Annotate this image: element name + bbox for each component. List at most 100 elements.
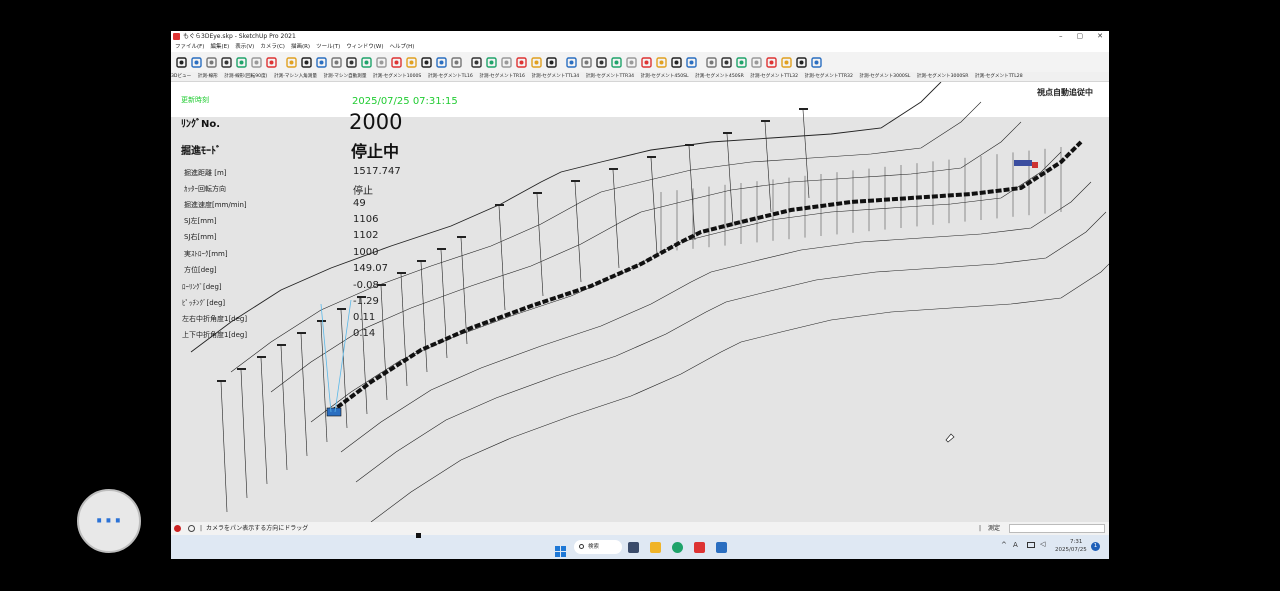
- seg-3-icon[interactable]: [544, 55, 558, 69]
- menu-file[interactable]: ファイル(F): [175, 42, 204, 52]
- windows-start-icon[interactable]: [555, 542, 566, 557]
- tab-seg-3000sr[interactable]: 計測-セグメント3000SR: [917, 74, 969, 79]
- search-icon[interactable]: [374, 55, 388, 69]
- support-post: [280, 345, 288, 471]
- box-b-icon[interactable]: [669, 55, 683, 69]
- figure-icon[interactable]: [389, 55, 403, 69]
- maximize-button[interactable]: ▢: [1077, 31, 1084, 42]
- box-red-icon[interactable]: [654, 55, 668, 69]
- orbit-icon[interactable]: [204, 55, 218, 69]
- post-cap: [257, 356, 266, 358]
- post-cap: [277, 344, 286, 346]
- task-view-icon[interactable]: [628, 542, 639, 553]
- info-icon[interactable]: [188, 525, 195, 532]
- post-cap: [761, 120, 770, 122]
- text-a-icon[interactable]: [449, 55, 463, 69]
- measure-input[interactable]: [1009, 524, 1105, 533]
- menu-tools[interactable]: ツール(T): [316, 42, 340, 52]
- seg-2-icon[interactable]: [529, 55, 543, 69]
- tab-machine-auto[interactable]: 計測-マシン自動測量: [323, 74, 366, 79]
- box-d-icon[interactable]: [704, 55, 718, 69]
- tab-seg-450sr[interactable]: 計測-セグメント450SR: [695, 74, 744, 79]
- box-a-icon[interactable]: [624, 55, 638, 69]
- taskbar-search[interactable]: 検索: [574, 540, 622, 554]
- menu-camera[interactable]: カメラ(C): [260, 42, 285, 52]
- grid-green-2-icon[interactable]: [609, 55, 623, 69]
- app-red-icon[interactable]: [694, 542, 705, 553]
- post-cap: [647, 156, 656, 158]
- chevron-up-icon[interactable]: ^: [1001, 541, 1007, 549]
- layer-blue-icon[interactable]: [434, 55, 448, 69]
- ring-no-label: ﾘﾝｸﾞNo.: [181, 119, 221, 130]
- tab-seg-ttl32[interactable]: 計測-セグメントTTL32: [750, 74, 798, 79]
- play-green-icon[interactable]: [564, 55, 578, 69]
- blue-circle-icon[interactable]: [779, 55, 793, 69]
- hand-gray-icon[interactable]: [734, 55, 748, 69]
- circle-gray-icon[interactable]: [484, 55, 498, 69]
- menu-window[interactable]: ウィンドウ(W): [346, 42, 383, 52]
- tab-seg-ttr32[interactable]: 計測-セグメントTTR32: [804, 74, 852, 79]
- tab-linear[interactable]: 計測-線形: [198, 74, 218, 79]
- box-c-icon[interactable]: [684, 55, 698, 69]
- post-cap: [799, 108, 808, 110]
- gray-square-icon[interactable]: [764, 55, 778, 69]
- edge-icon[interactable]: [672, 542, 683, 553]
- tab-linear-rot90[interactable]: 計測-線形(回転90度): [224, 74, 267, 79]
- more-options-button[interactable]: ···: [77, 489, 141, 553]
- speaker-icon[interactable]: [809, 55, 823, 69]
- menu-help[interactable]: ヘルプ(H): [389, 42, 414, 52]
- tab-seg-tr16[interactable]: 計測-セグメントTR16: [479, 74, 525, 79]
- left-view-icon[interactable]: [299, 55, 313, 69]
- tab-seg-ttr34[interactable]: 計測-セグメントTTR34: [586, 74, 634, 79]
- tab-3d-view[interactable]: 3Dビュー: [171, 74, 191, 79]
- tab-seg-ttl34[interactable]: 計測-セグメントTTL34: [531, 74, 579, 79]
- tab-seg-ttl28[interactable]: 計測-セグメントTTL28: [975, 74, 1023, 79]
- box-x-icon[interactable]: [639, 55, 653, 69]
- menu-edit[interactable]: 編集(E): [210, 42, 229, 52]
- record-icon[interactable]: [234, 55, 248, 69]
- text-a-gray-icon[interactable]: [469, 55, 483, 69]
- sketchup-taskbar-icon[interactable]: [716, 542, 727, 553]
- target-red-icon[interactable]: [264, 55, 278, 69]
- close-button[interactable]: ✕: [1097, 31, 1103, 42]
- ime-indicator[interactable]: A: [1013, 541, 1018, 549]
- minimize-button[interactable]: –: [1059, 31, 1063, 42]
- tab-seg-450sl[interactable]: 計測-セグメント450SL: [641, 74, 689, 79]
- segment-rings: [329, 140, 1083, 414]
- box-gray-icon[interactable]: [749, 55, 763, 69]
- zoom-extents-icon[interactable]: [359, 55, 373, 69]
- help-icon[interactable]: [174, 525, 181, 532]
- tab-seg-1000s[interactable]: 計測-セグメント1000S: [373, 74, 421, 79]
- menu-draw[interactable]: 描画(R): [291, 42, 310, 52]
- select-arrow-icon[interactable]: [174, 55, 188, 69]
- zoom-icon[interactable]: [329, 55, 343, 69]
- palette-icon[interactable]: [499, 55, 513, 69]
- pause-icon[interactable]: [579, 55, 593, 69]
- menu-view[interactable]: 表示(V): [235, 42, 254, 52]
- grid-green-icon[interactable]: [594, 55, 608, 69]
- orbit-yellow-icon[interactable]: [314, 55, 328, 69]
- tab-machine-angle[interactable]: 計測-マシン入角測量: [274, 74, 317, 79]
- network-icon[interactable]: [1027, 542, 1035, 548]
- hud-row-label: 上下中折角度1[deg]: [182, 331, 248, 339]
- walk-icon[interactable]: [419, 55, 433, 69]
- tunnel-rail-line: [340, 181, 1092, 453]
- file-explorer-icon[interactable]: [650, 542, 661, 553]
- clock-icon[interactable]: [794, 55, 808, 69]
- notification-badge[interactable]: 1: [1091, 542, 1100, 551]
- gear-gray-icon[interactable]: [719, 55, 733, 69]
- target-gray-icon[interactable]: [284, 55, 298, 69]
- footprint-icon[interactable]: [404, 55, 418, 69]
- gear-red-icon[interactable]: [249, 55, 263, 69]
- post-cap: [533, 192, 542, 194]
- zoom-window-icon[interactable]: [344, 55, 358, 69]
- pan-icon[interactable]: [219, 55, 233, 69]
- volume-icon[interactable]: ◁: [1040, 540, 1045, 548]
- clock-time[interactable]: 7:31: [1070, 539, 1082, 545]
- clock-date[interactable]: 2025/07/25: [1055, 547, 1087, 553]
- 3d-view-icon[interactable]: [189, 55, 203, 69]
- 3d-viewport[interactable]: 更新時刻 2025/07/25 07:31:15 視点自動追従中 ﾘﾝｸﾞNo.…: [171, 82, 1109, 522]
- tab-seg-tl16[interactable]: 計測-セグメントTL16: [428, 74, 473, 79]
- tab-seg-3000sl[interactable]: 計測-セグメント3000SL: [859, 74, 910, 79]
- seg-1-icon[interactable]: [514, 55, 528, 69]
